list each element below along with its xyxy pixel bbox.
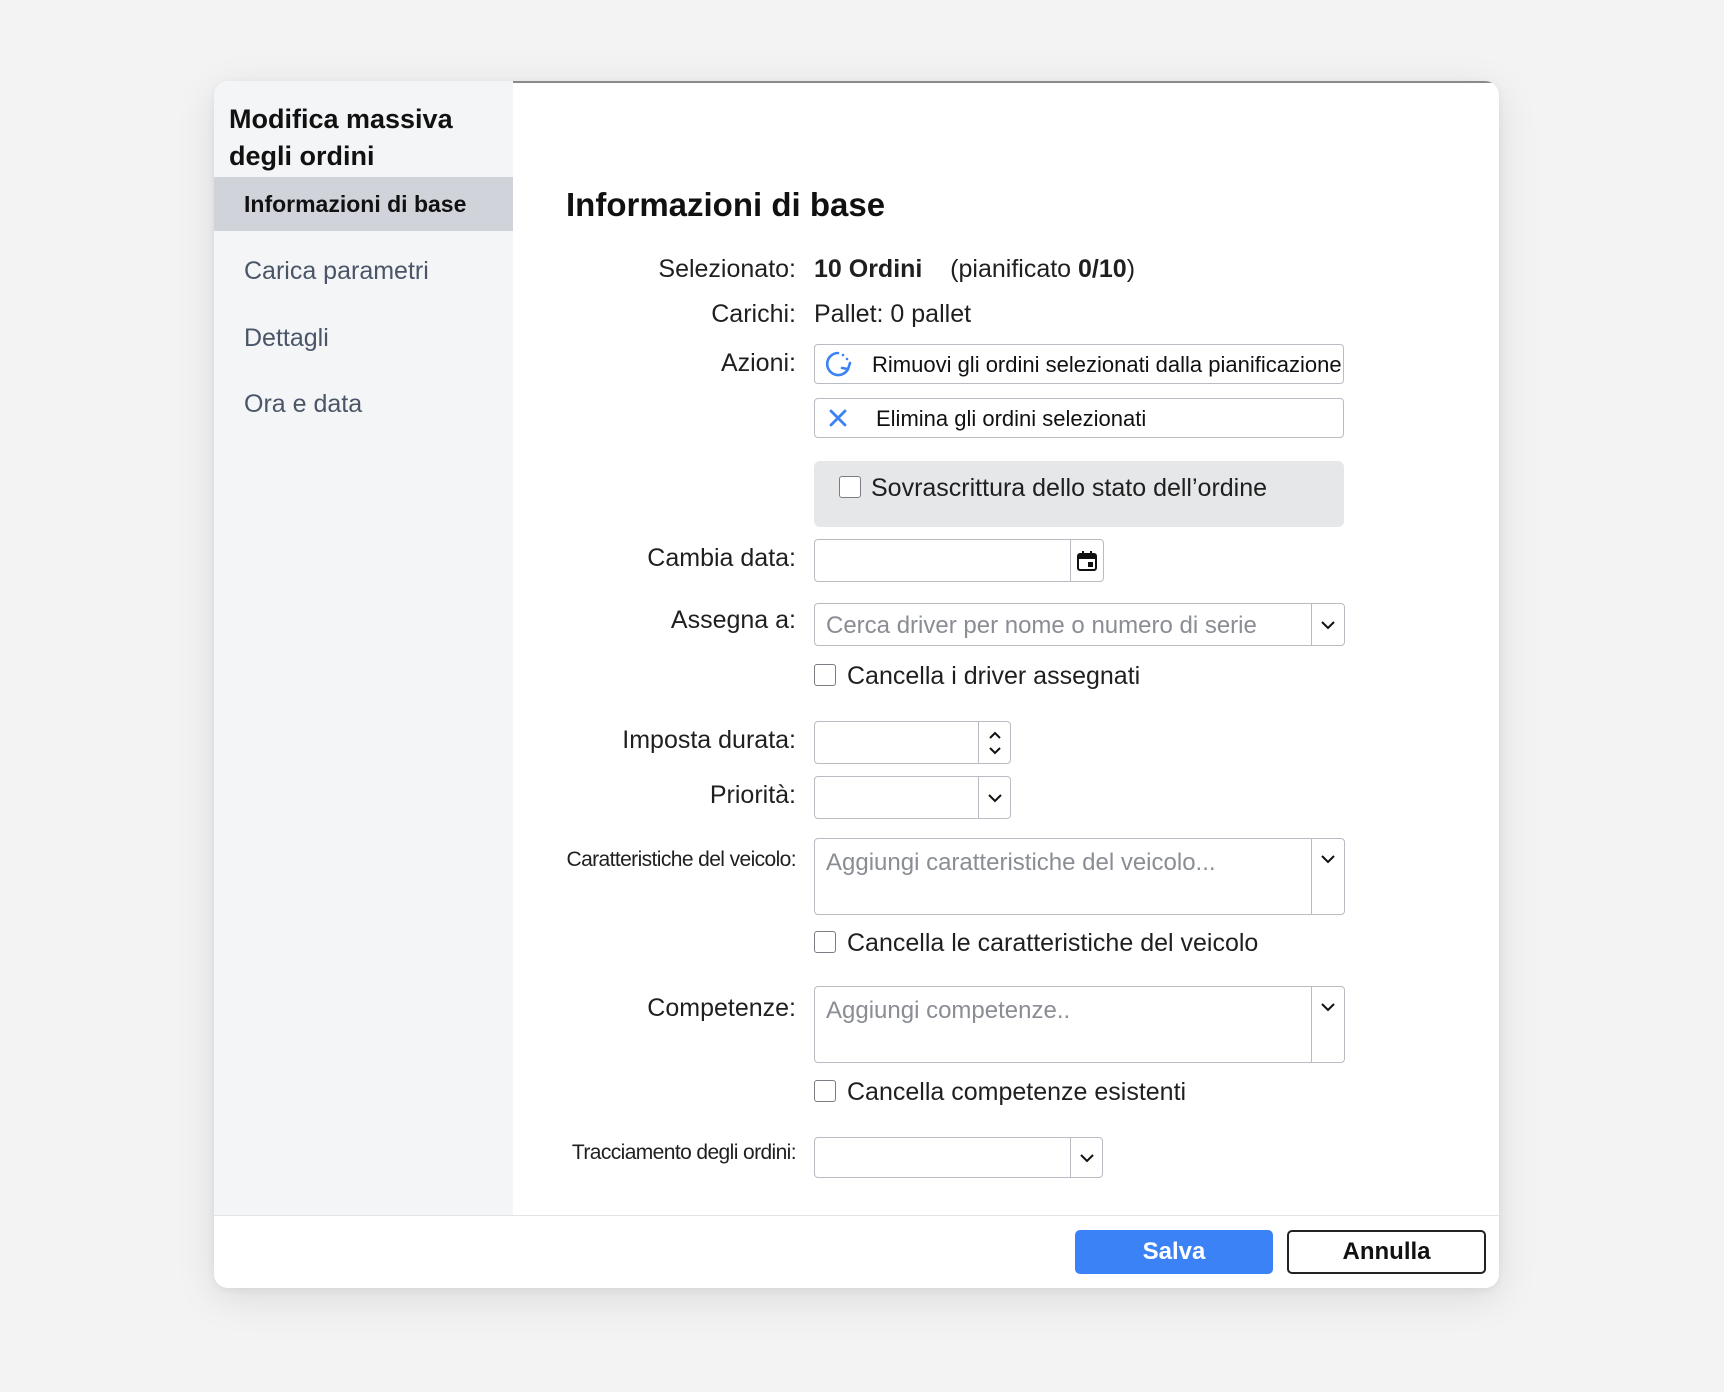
clear-drivers-checkbox[interactable] — [814, 664, 836, 686]
override-status-box: Sovrascrittura dello stato dell’ordine — [814, 461, 1344, 527]
chevron-down-icon — [1321, 855, 1335, 864]
clear-drivers-label: Cancella i driver assegnati — [847, 662, 1141, 690]
main-panel: Informazioni di base Selezionato: 10 Ord… — [513, 81, 1499, 1215]
loads-value: Pallet: 0 pallet — [814, 300, 972, 328]
chevron-down-icon[interactable] — [988, 746, 1002, 755]
change-date-input[interactable] — [814, 539, 1104, 582]
chevron-up-icon[interactable] — [988, 731, 1002, 740]
sidebar-item-carica-parametri[interactable]: Carica parametri — [214, 244, 513, 298]
vehicle-features-dropdown-button[interactable] — [1311, 839, 1344, 914]
sidebar-title: Modifica massiva degli ordini — [229, 104, 453, 171]
cancel-button[interactable]: Annulla — [1287, 1230, 1486, 1274]
vehicle-features-select[interactable]: Aggiungi caratteristiche del veicolo... — [814, 838, 1345, 915]
tracking-label: Tracciamento degli ordini: — [571, 1141, 797, 1164]
duration-stepper[interactable] — [978, 722, 1010, 763]
selected-label: Selezionato: — [658, 255, 796, 283]
remove-from-planning-button[interactable]: Rimuovi gli ordini selezionati dalla pia… — [814, 344, 1344, 384]
override-status-label: Sovrascrittura dello stato dell’ordine — [871, 474, 1268, 502]
delete-orders-button[interactable]: Elimina gli ordini selezionati — [814, 398, 1344, 438]
assign-driver-placeholder: Cerca driver per nome o numero di serie — [826, 612, 1257, 639]
sidebar-item-ora-e-data[interactable]: Ora e data — [214, 377, 513, 431]
selected-count: 10 Ordini — [814, 255, 923, 283]
remove-from-planning-label: Rimuovi gli ordini selezionati dalla pia… — [872, 352, 1342, 377]
planned-prefix: (pianificato — [950, 255, 1079, 283]
sidebar-item-dettagli[interactable]: Dettagli — [214, 311, 513, 365]
duration-label: Imposta durata: — [622, 726, 796, 754]
chevron-down-icon — [987, 793, 1002, 802]
calendar-button[interactable] — [1070, 540, 1103, 581]
planned-value: 0/10 — [1078, 255, 1127, 283]
vehicle-features-label: Caratteristiche del veicolo: — [566, 848, 797, 871]
sidebar-item-informazioni-di-base[interactable]: Informazioni di base — [214, 177, 513, 231]
actions-label: Azioni: — [720, 349, 796, 377]
section-title: Informazioni di base — [566, 186, 886, 223]
assign-driver-select[interactable]: Cerca driver per nome o numero di serie — [814, 603, 1345, 646]
skills-placeholder: Aggiungi competenze.. — [826, 997, 1071, 1024]
tracking-select[interactable] — [814, 1137, 1103, 1178]
chevron-down-icon — [1321, 620, 1335, 629]
planned-suffix: ) — [1126, 255, 1136, 283]
duration-input[interactable] — [814, 721, 1011, 764]
skills-label: Competenze: — [647, 994, 796, 1022]
override-status-checkbox[interactable] — [839, 476, 861, 498]
clear-skills-label: Cancella competenze esistenti — [847, 1078, 1187, 1106]
assign-label: Assegna a: — [670, 606, 796, 634]
dialog-footer: Salva Annulla — [214, 1215, 1499, 1288]
chevron-down-icon — [1079, 1153, 1094, 1162]
clear-skills-checkbox[interactable] — [814, 1080, 836, 1102]
chevron-down-icon — [1321, 1003, 1335, 1012]
calendar-icon — [1077, 550, 1097, 571]
clear-vehicle-features-checkbox[interactable] — [814, 931, 836, 953]
save-button[interactable]: Salva — [1075, 1230, 1273, 1274]
vehicle-features-placeholder: Aggiungi caratteristiche del veicolo... — [826, 849, 1216, 876]
priority-label: Priorità: — [709, 781, 796, 809]
priority-dropdown-button[interactable] — [978, 777, 1010, 818]
skills-dropdown-button[interactable] — [1311, 987, 1344, 1062]
assign-dropdown-button[interactable] — [1311, 604, 1344, 645]
delete-orders-label: Elimina gli ordini selezionati — [876, 406, 1147, 431]
tracking-dropdown-button[interactable] — [1070, 1138, 1102, 1177]
bulk-edit-dialog: Modifica massiva degli ordini Informazio… — [214, 81, 1499, 1288]
skills-select[interactable]: Aggiungi competenze.. — [814, 986, 1345, 1063]
loads-label: Carichi: — [711, 300, 796, 328]
close-icon — [824, 404, 852, 432]
selected-value: 10 Ordini (pianificato 0/10) — [814, 255, 1135, 284]
clear-vehicle-features-label: Cancella le caratteristiche del veicolo — [847, 929, 1259, 957]
refresh-icon — [824, 350, 852, 378]
priority-select[interactable] — [814, 776, 1011, 819]
sidebar: Modifica massiva degli ordini Informazio… — [214, 81, 513, 1215]
change-date-label: Cambia data: — [647, 544, 796, 572]
